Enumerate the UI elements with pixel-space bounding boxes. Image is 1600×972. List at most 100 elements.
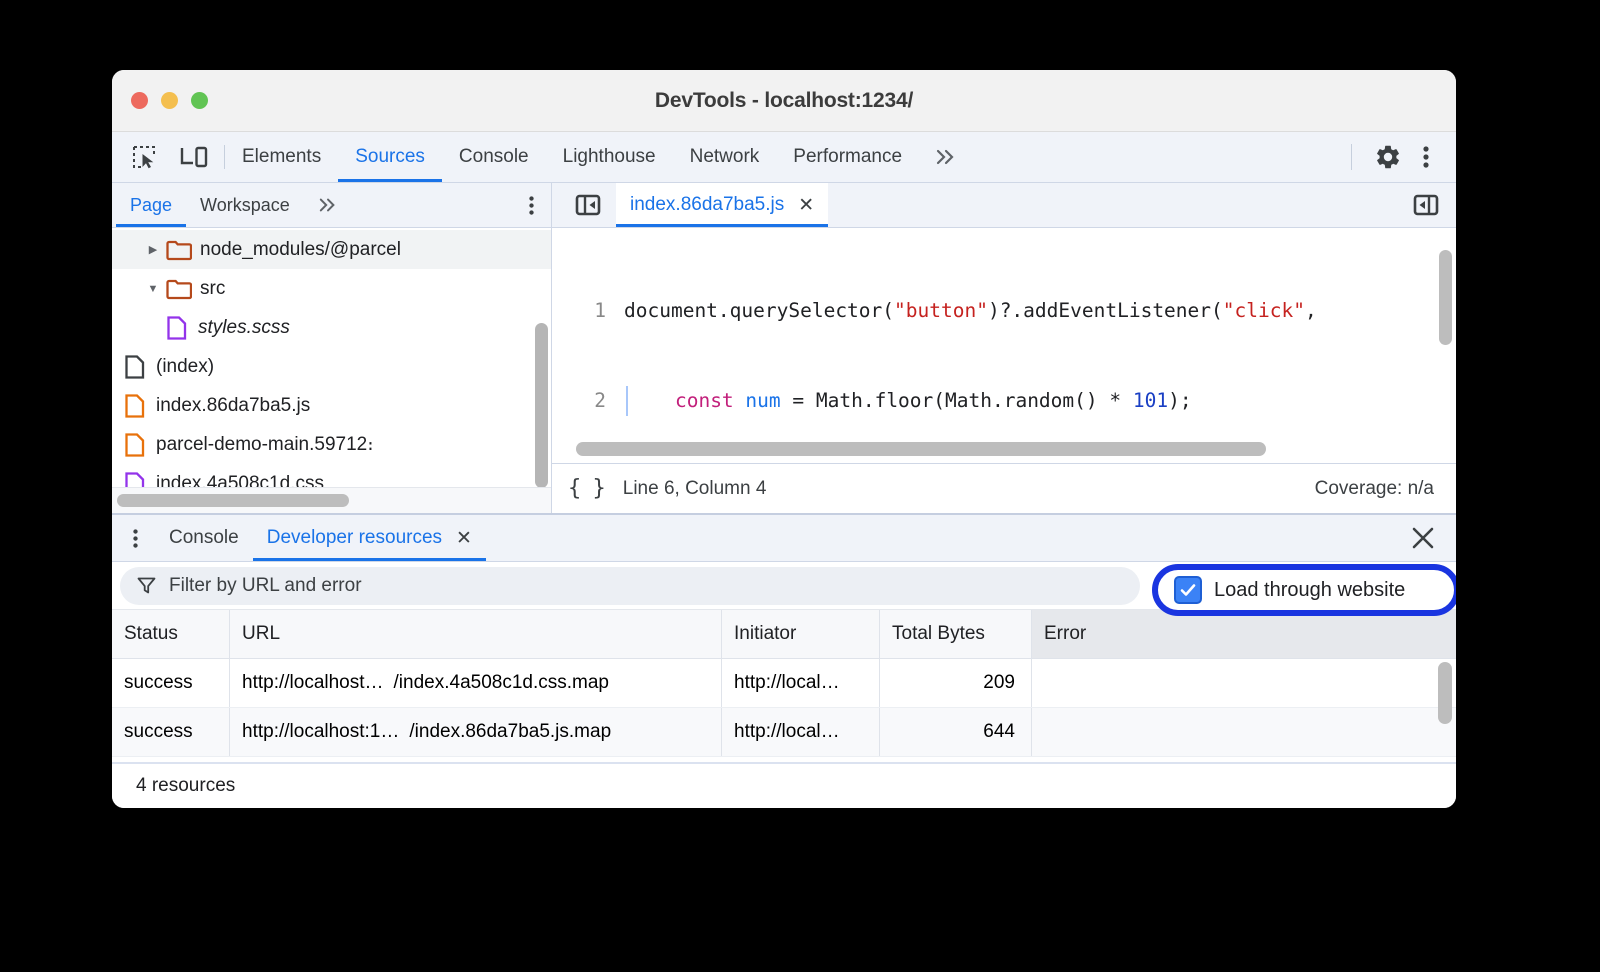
- tab-performance[interactable]: Performance: [776, 132, 919, 182]
- drawer-tabbar: Console Developer resources ✕: [112, 515, 1456, 562]
- devtools-drawer: Console Developer resources ✕: [112, 513, 1456, 808]
- drawer-tab-console[interactable]: Console: [155, 515, 253, 561]
- scrollbar-thumb[interactable]: [117, 494, 349, 507]
- device-toolbar-icon[interactable]: [178, 141, 210, 173]
- source-editor-pane: index.86da7ba5.js ✕ 1: [552, 183, 1456, 513]
- file-icon: [120, 354, 150, 380]
- filter-input-wrapper[interactable]: Filter by URL and error: [120, 567, 1140, 605]
- load-through-website-checkbox[interactable]: [1174, 576, 1202, 604]
- column-header-initiator[interactable]: Initiator: [722, 610, 880, 658]
- drawer-tab-developer-resources[interactable]: Developer resources ✕: [253, 515, 486, 561]
- column-header-url[interactable]: URL: [230, 610, 722, 658]
- coverage-label: Coverage: n/a: [1315, 478, 1434, 500]
- navigator-tabbar: Page Workspace: [112, 183, 551, 228]
- close-icon[interactable]: ✕: [456, 527, 472, 550]
- drawer-close-icon[interactable]: [1390, 515, 1456, 561]
- cell-url-suffix: /index.4a508c1d.css.map: [394, 672, 609, 694]
- load-through-website-label[interactable]: Load through website: [1214, 579, 1405, 602]
- chevron-right-icon[interactable]: ▶: [142, 243, 164, 256]
- table-row[interactable]: success http://localhost… /index.4a508c1…: [112, 659, 1456, 708]
- tree-item-label: src: [200, 278, 225, 300]
- navigator-kebab-menu-icon[interactable]: [512, 183, 551, 227]
- file-tree-horizontal-scrollbar[interactable]: [112, 487, 551, 513]
- code-editor[interactable]: 1 document.querySelector("button")?.addE…: [552, 228, 1456, 463]
- tree-item-label: parcel-demo-main.59712։: [156, 433, 374, 456]
- editor-status-bar: { } Line 6, Column 4 Coverage: n/a: [552, 463, 1456, 513]
- tree-item-styles-scss[interactable]: styles.scss: [112, 308, 551, 347]
- editor-tab-index-js[interactable]: index.86da7ba5.js ✕: [616, 183, 828, 227]
- nav-tab-workspace[interactable]: Workspace: [186, 183, 304, 227]
- tree-item-index-js[interactable]: index.86da7ba5.js: [112, 386, 551, 425]
- tree-item-index-css[interactable]: index.4a508c1d.css: [112, 464, 551, 487]
- code-text: document.querySelector("button")?.addEve…: [624, 296, 1317, 326]
- tab-lighthouse[interactable]: Lighthouse: [546, 132, 673, 182]
- cell-url-suffix: /index.86da7ba5.js.map: [409, 721, 611, 743]
- code-line: 1 document.querySelector("button")?.addE…: [552, 296, 1456, 326]
- cell-error: [1032, 659, 1456, 707]
- inspect-element-icon[interactable]: [128, 141, 160, 173]
- url-wrapper: http://localhost:1… /index.86da7ba5.js.m…: [242, 721, 611, 743]
- title-bar: DevTools - localhost:1234/: [112, 70, 1456, 132]
- tree-item-label: styles.scss: [198, 317, 290, 339]
- editor-vertical-scrollbar[interactable]: [1439, 250, 1452, 345]
- column-header-status[interactable]: Status: [112, 610, 230, 658]
- cell-total-bytes: 644: [880, 708, 1032, 756]
- tab-network[interactable]: Network: [673, 132, 777, 182]
- tab-sources[interactable]: Sources: [338, 132, 442, 182]
- scrollbar-thumb[interactable]: [576, 442, 1266, 456]
- file-icon: [120, 432, 150, 458]
- more-tabs-chevron-icon[interactable]: [919, 132, 973, 182]
- nav-more-tabs-chevron-icon[interactable]: [304, 183, 352, 227]
- editor-horizontal-scrollbar[interactable]: [552, 442, 1432, 456]
- table-header: Status URL Initiator Total Bytes Error: [112, 610, 1456, 659]
- tab-console[interactable]: Console: [442, 132, 546, 182]
- cell-url: http://localhost:1… /index.86da7ba5.js.m…: [230, 708, 722, 756]
- cursor-position-label: Line 6, Column 4: [623, 478, 767, 500]
- tree-item-index[interactable]: (index): [112, 347, 551, 386]
- url-wrapper: http://localhost… /index.4a508c1d.css.ma…: [242, 672, 609, 694]
- cell-total-bytes: 209: [880, 659, 1032, 707]
- nav-tab-page[interactable]: Page: [116, 183, 186, 227]
- kebab-menu-icon[interactable]: [1410, 141, 1442, 173]
- drawer-filter-bar: Filter by URL and error Load through web…: [112, 562, 1456, 610]
- file-icon: [120, 471, 150, 488]
- resources-count-footer: 4 resources: [112, 762, 1456, 808]
- tree-item-parcel-demo-main[interactable]: parcel-demo-main.59712։: [112, 425, 551, 464]
- tab-elements[interactable]: Elements: [225, 132, 338, 182]
- editor-tab-label: index.86da7ba5.js: [630, 194, 784, 216]
- panel-collapse-right-icon[interactable]: [1396, 183, 1456, 227]
- drawer-kebab-menu-icon[interactable]: [116, 515, 155, 561]
- drawer-tab-label: Console: [169, 527, 239, 549]
- table-header-row: Status URL Initiator Total Bytes Error: [112, 610, 1456, 659]
- cell-error: [1032, 708, 1456, 756]
- cell-url-prefix: http://localhost:1…: [242, 721, 399, 743]
- panel-collapse-left-icon[interactable]: [560, 183, 616, 227]
- file-icon: [120, 393, 150, 419]
- table-row[interactable]: success http://localhost:1… /index.86da7…: [112, 708, 1456, 757]
- cell-status: success: [112, 708, 230, 756]
- filter-input-placeholder[interactable]: Filter by URL and error: [169, 575, 362, 597]
- table-vertical-scrollbar[interactable]: [1438, 662, 1452, 724]
- file-tree: ▶ node_modules/@parcel ▼: [112, 228, 551, 487]
- sources-panel: Page Workspace: [112, 183, 1456, 513]
- pretty-print-braces-icon[interactable]: { }: [568, 476, 605, 501]
- code-line: 2 const num = Math.floor(Math.random() *…: [552, 386, 1456, 416]
- cell-initiator: http://local…: [722, 659, 880, 707]
- tree-item-label: index.86da7ba5.js: [156, 395, 310, 417]
- tree-item-label: node_modules/@parcel: [200, 239, 401, 261]
- devtools-window: DevTools - localhost:1234/: [112, 70, 1456, 808]
- filter-funnel-icon: [136, 575, 157, 596]
- tree-item-src[interactable]: ▼ src: [112, 269, 551, 308]
- column-header-total-bytes[interactable]: Total Bytes: [880, 610, 1032, 658]
- gear-icon[interactable]: [1372, 141, 1404, 173]
- line-number: 1: [552, 296, 624, 326]
- devtools-body: Page Workspace: [112, 183, 1456, 808]
- file-tree-vertical-scrollbar[interactable]: [535, 323, 548, 487]
- column-header-error[interactable]: Error: [1032, 610, 1456, 658]
- line-number: 2: [552, 386, 624, 416]
- chevron-down-icon[interactable]: ▼: [142, 283, 164, 295]
- tree-item-node-modules-parcel[interactable]: ▶ node_modules/@parcel: [112, 230, 551, 269]
- cell-status: success: [112, 659, 230, 707]
- table-body: success http://localhost… /index.4a508c1…: [112, 659, 1456, 757]
- close-icon[interactable]: ✕: [798, 196, 814, 215]
